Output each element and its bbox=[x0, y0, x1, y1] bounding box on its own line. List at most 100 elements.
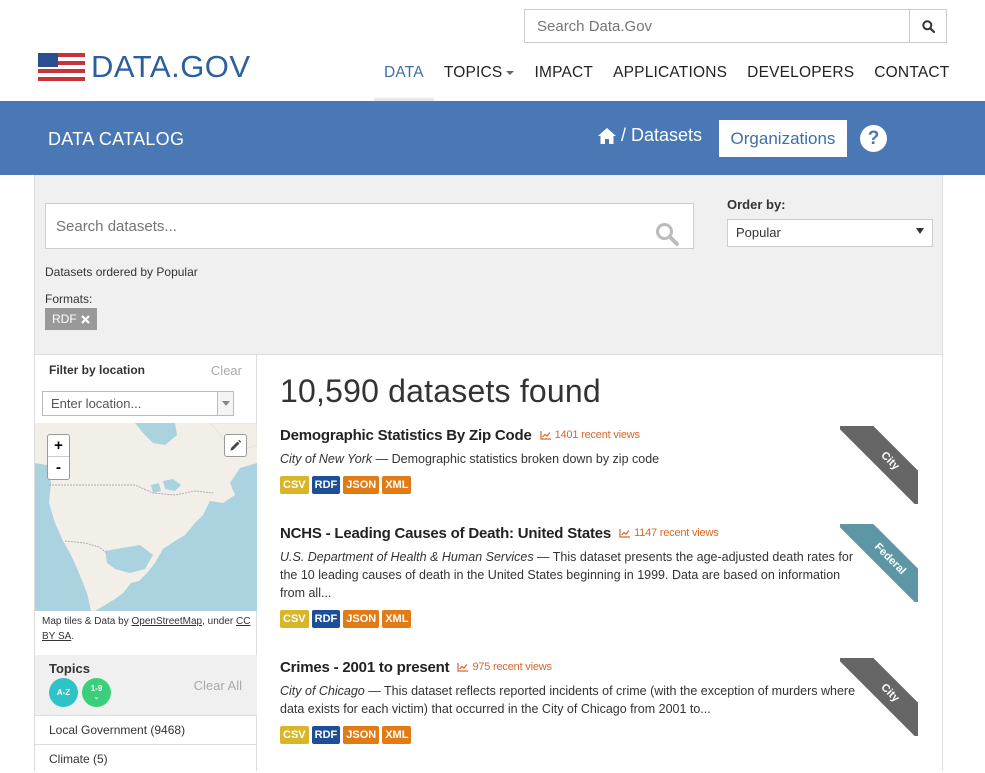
nav-data-label: DATA bbox=[384, 64, 424, 81]
ordered-by-text: Datasets ordered by Popular bbox=[45, 265, 198, 279]
format-badge-xml[interactable]: XML bbox=[382, 610, 412, 628]
map-zoom-in[interactable]: + bbox=[48, 435, 69, 457]
format-badge-csv[interactable]: CSV bbox=[280, 726, 309, 744]
location-placeholder: Enter location... bbox=[51, 396, 142, 411]
dataset-type-ribbon: City bbox=[840, 426, 918, 504]
recent-views-label: 1401 recent views bbox=[554, 429, 640, 441]
dataset-search bbox=[45, 203, 694, 249]
location-input[interactable]: Enter location... bbox=[42, 391, 234, 416]
dataset-type-ribbon: Federal bbox=[840, 524, 918, 602]
topics-clear-all[interactable]: Clear All bbox=[194, 678, 242, 693]
topic-item[interactable]: Local Government (9468) bbox=[35, 715, 257, 744]
dataset-summary: — Demographic statistics broken down by … bbox=[372, 452, 660, 466]
dataset-description: City of New York — Demographic statistic… bbox=[280, 450, 865, 468]
trend-chart-icon bbox=[539, 431, 551, 440]
dataset-summary: — This dataset reflects reported inciden… bbox=[280, 684, 856, 716]
main-nav: DATA TOPICS IMPACT APPLICATIONS DEVELOPE… bbox=[374, 58, 959, 101]
topic-item-label: Climate (5) bbox=[49, 752, 108, 766]
home-icon[interactable] bbox=[597, 127, 617, 145]
search-section: Order by: Popular Datasets ordered by Po… bbox=[34, 175, 943, 354]
topic-item-label: Local Government (9468) bbox=[49, 723, 186, 737]
dataset-type-label: Federal bbox=[840, 524, 918, 602]
nav-contact[interactable]: CONTACT bbox=[864, 58, 959, 101]
nav-applications-label: APPLICATIONS bbox=[613, 64, 728, 81]
dataset-type-label: City bbox=[840, 658, 918, 736]
breadcrumb-datasets[interactable]: Datasets bbox=[631, 125, 702, 146]
filter-sidebar: Filter by location Clear Enter location.… bbox=[34, 354, 257, 771]
format-badge-json[interactable]: JSON bbox=[343, 726, 380, 744]
caret-down-icon bbox=[506, 70, 515, 75]
order-by-select[interactable]: Popular bbox=[727, 219, 933, 247]
dataset-title-link[interactable]: Crimes - 2001 to present bbox=[280, 659, 450, 676]
nav-data[interactable]: DATA bbox=[374, 58, 434, 101]
map-zoom-control: + - bbox=[47, 434, 70, 480]
breadcrumb: / Datasets bbox=[597, 125, 702, 146]
us-flag-icon bbox=[38, 53, 85, 81]
nav-contact-label: CONTACT bbox=[874, 64, 950, 81]
osm-link[interactable]: OpenStreetMap bbox=[131, 616, 202, 627]
format-badge-csv[interactable]: CSV bbox=[280, 610, 309, 628]
dataset-search-input[interactable] bbox=[46, 204, 693, 248]
dataset-formats: CSV RDF JSON XML bbox=[280, 610, 880, 628]
catalog-bar: DATA CATALOG / Datasets Organizations ? bbox=[0, 101, 985, 175]
dataset-item: Demographic Statistics By Zip Code 1401 … bbox=[280, 427, 880, 494]
map-zoom-out[interactable]: - bbox=[48, 457, 69, 479]
nav-topics[interactable]: TOPICS bbox=[434, 58, 525, 101]
topics-sort-count-button[interactable]: 1-9 ⌄ bbox=[82, 678, 111, 707]
dataset-item: NCHS - Leading Causes of Death: United S… bbox=[280, 525, 880, 628]
formats-label: Formats: bbox=[45, 292, 93, 306]
filter-location-title: Filter by location bbox=[49, 363, 146, 377]
format-badge-xml[interactable]: XML bbox=[382, 726, 412, 744]
dataset-title-link[interactable]: NCHS - Leading Causes of Death: United S… bbox=[280, 525, 611, 542]
map-draw-button[interactable] bbox=[224, 434, 247, 457]
format-badge-xml[interactable]: XML bbox=[382, 476, 412, 494]
recent-views: 1147 recent views bbox=[619, 527, 719, 539]
breadcrumb-separator: / bbox=[621, 125, 627, 145]
chevron-down-icon[interactable] bbox=[217, 392, 233, 415]
attribution-mid: , under bbox=[202, 616, 237, 627]
dataset-description: City of Chicago — This dataset reflects … bbox=[280, 682, 865, 718]
filter-location-clear[interactable]: Clear bbox=[211, 363, 242, 378]
triangle-down-icon bbox=[916, 228, 924, 234]
organizations-button[interactable]: Organizations bbox=[719, 120, 847, 157]
attribution-prefix: Map tiles & Data by bbox=[42, 616, 132, 627]
trend-chart-icon bbox=[457, 663, 469, 672]
dataset-title-link[interactable]: Demographic Statistics By Zip Code bbox=[280, 427, 532, 444]
format-badge-json[interactable]: JSON bbox=[343, 476, 380, 494]
topics-sort-az-button[interactable]: A-Z bbox=[49, 678, 78, 707]
dataset-item: Crimes - 2001 to present 975 recent view… bbox=[280, 659, 880, 744]
nav-applications[interactable]: APPLICATIONS bbox=[603, 58, 737, 101]
search-icon bbox=[921, 19, 935, 33]
nav-developers[interactable]: DEVELOPERS bbox=[737, 58, 864, 101]
format-badge-json[interactable]: JSON bbox=[343, 610, 380, 628]
help-icon[interactable]: ? bbox=[860, 125, 887, 152]
format-filter-tag[interactable]: RDF bbox=[45, 308, 97, 330]
nav-developers-label: DEVELOPERS bbox=[747, 64, 855, 81]
format-badge-rdf[interactable]: RDF bbox=[311, 476, 341, 494]
close-icon[interactable] bbox=[80, 314, 90, 324]
nav-impact[interactable]: IMPACT bbox=[524, 58, 603, 101]
site-search-button[interactable] bbox=[909, 10, 946, 42]
results-count: 10,590 datasets found bbox=[280, 373, 601, 409]
trend-chart-icon bbox=[619, 529, 631, 538]
format-badge-rdf[interactable]: RDF bbox=[311, 726, 341, 744]
order-by-label: Order by: bbox=[727, 197, 786, 212]
topics-title: Topics bbox=[49, 661, 90, 676]
search-icon[interactable] bbox=[655, 222, 679, 246]
site-search-input[interactable] bbox=[525, 10, 909, 42]
dataset-publisher: City of New York bbox=[280, 452, 373, 466]
results-panel: 10,590 datasets found Demographic Statis… bbox=[257, 354, 943, 771]
dataset-type-ribbon: City bbox=[840, 658, 918, 736]
recent-views: 975 recent views bbox=[457, 661, 552, 673]
catalog-title: DATA CATALOG bbox=[48, 129, 185, 149]
dataset-publisher: U.S. Department of Health & Human Servic… bbox=[280, 550, 534, 564]
site-logo[interactable]: DATA.GOV bbox=[38, 49, 251, 84]
site-search bbox=[524, 9, 947, 43]
logo-text: DATA.GOV bbox=[91, 49, 251, 84]
format-badge-rdf[interactable]: RDF bbox=[311, 610, 341, 628]
format-badge-csv[interactable]: CSV bbox=[280, 476, 309, 494]
topics-sort-count-label: 1-9 bbox=[90, 683, 103, 693]
pencil-icon bbox=[230, 439, 242, 451]
topic-item[interactable]: Climate (5) bbox=[35, 744, 257, 773]
dataset-formats: CSV RDF JSON XML bbox=[280, 726, 880, 744]
